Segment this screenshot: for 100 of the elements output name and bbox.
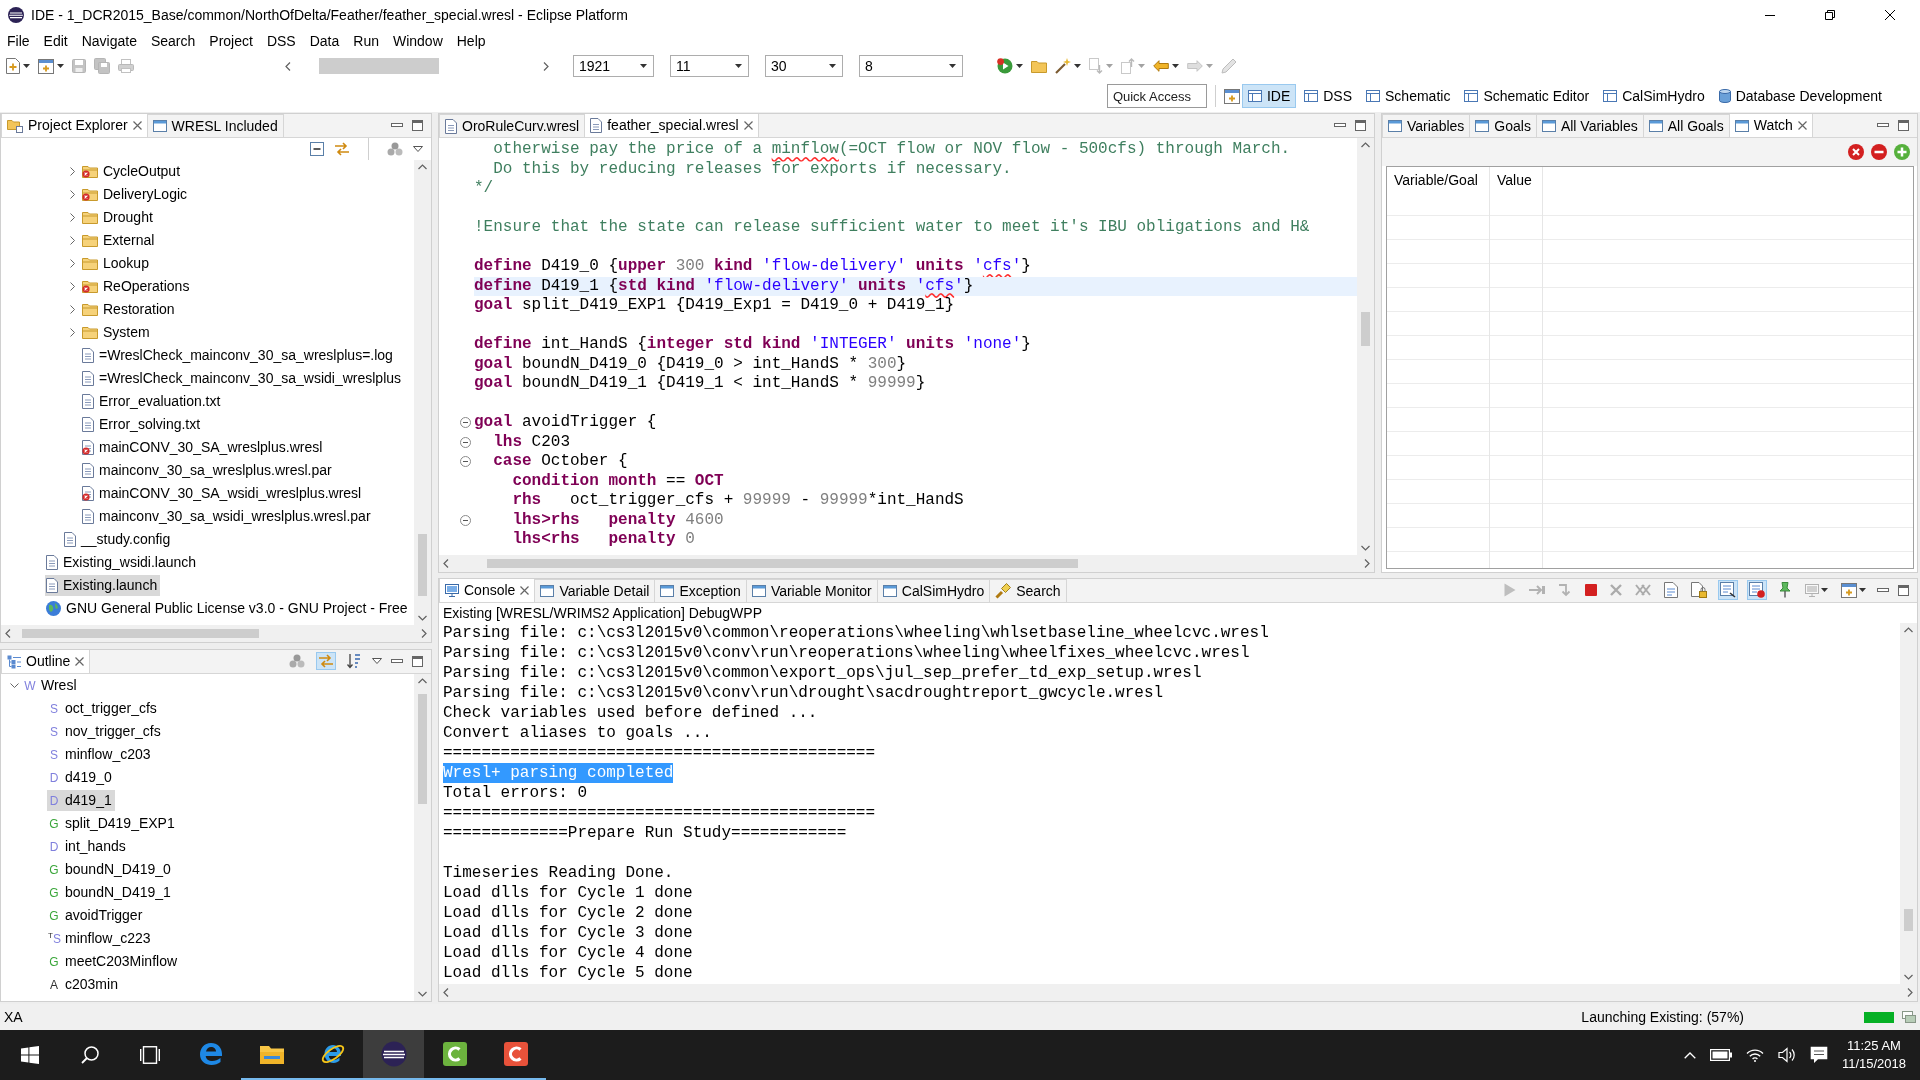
tree-item[interactable]: $^{T}$S minflow_c223 <box>47 928 154 949</box>
perspective-tab[interactable]: Schematic Editor <box>1458 84 1596 108</box>
tree-item[interactable]: S oct_trigger_cfs <box>47 698 160 719</box>
editor-tab[interactable]: OroRuleCurv.wresl <box>439 114 586 137</box>
scroll-thumb[interactable] <box>487 559 1078 568</box>
chevron-down-icon[interactable] <box>1361 545 1370 551</box>
scroll-thumb[interactable] <box>418 534 427 596</box>
close-icon[interactable] <box>1885 10 1895 20</box>
tree-item[interactable]: G boundN_D419_0 <box>47 859 174 880</box>
column-header[interactable]: Value <box>1490 167 1543 192</box>
notification-icon[interactable] <box>1809 1046 1828 1064</box>
horizontal-scrollbar[interactable] <box>439 984 1917 1001</box>
tree-item[interactable]: DeliveryLogic <box>81 184 191 205</box>
maximize-icon[interactable] <box>412 655 423 667</box>
view-tab[interactable]: Search <box>989 579 1067 602</box>
tree-item[interactable]: =WreslCheck_mainconv_30_sa_wsidi_wreslplus <box>81 368 405 389</box>
vertical-scrollbar[interactable] <box>414 160 431 625</box>
start-icon[interactable] <box>21 1046 39 1064</box>
chevron-right-icon[interactable] <box>543 61 549 71</box>
search-icon[interactable] <box>81 1046 99 1064</box>
tree-item[interactable]: A c203min <box>47 974 121 995</box>
tree-item[interactable]: ReOperations <box>81 276 193 297</box>
chevron-right-icon[interactable] <box>69 236 75 245</box>
tree-item[interactable]: mainCONV_30_SA_wreslplus.wresl <box>81 437 326 458</box>
scroll-thumb[interactable] <box>1904 909 1913 931</box>
chevron-right-icon[interactable] <box>69 167 75 176</box>
vertical-scrollbar[interactable] <box>1357 138 1374 555</box>
scroll-thumb[interactable] <box>1361 312 1370 346</box>
chevron-down-icon[interactable] <box>1904 974 1913 980</box>
fold-icon[interactable] <box>460 417 471 429</box>
menu-item[interactable]: File <box>0 30 37 52</box>
column-header[interactable]: Variable/Goal <box>1387 167 1490 192</box>
perspective-tab[interactable]: Database Development <box>1712 84 1888 108</box>
chevron-left-icon[interactable] <box>443 988 449 997</box>
chevron-right-icon[interactable] <box>421 629 427 638</box>
x-circle-icon[interactable] <box>1848 144 1864 160</box>
chevron-right-icon[interactable] <box>1907 988 1913 997</box>
menu-item[interactable]: DSS <box>259 30 303 52</box>
tree-item[interactable]: Error_solving.txt <box>81 414 204 435</box>
window-plus-icon[interactable] <box>38 58 54 74</box>
view-tab[interactable]: Variables <box>1382 114 1471 137</box>
tool-button[interactable] <box>345 651 363 671</box>
dropdown[interactable]: 1921 <box>573 55 654 77</box>
maximize-icon[interactable] <box>1355 119 1366 131</box>
view-tab[interactable]: Exception <box>654 579 747 602</box>
dropdown[interactable]: 11 <box>670 55 749 77</box>
tree-item[interactable]: G avoidTrigger <box>47 905 146 926</box>
view-tab[interactable]: WRESL Included <box>146 114 284 137</box>
horizontal-scrollbar[interactable] <box>439 555 1374 572</box>
menu-item[interactable]: Window <box>385 30 450 52</box>
fold-icon[interactable] <box>460 456 471 468</box>
view-tab[interactable]: Watch <box>1728 114 1813 137</box>
editor-tab[interactable]: feather_special.wresl <box>584 114 759 137</box>
scroll-thumb[interactable] <box>22 629 259 638</box>
caret-icon[interactable] <box>829 64 836 68</box>
tree-item[interactable]: Lookup <box>81 253 152 274</box>
menu-item[interactable]: Search <box>143 30 203 52</box>
menu-item[interactable]: Project <box>202 30 260 52</box>
view-tab[interactable]: Console <box>439 579 536 602</box>
chevron-left-icon[interactable] <box>5 629 11 638</box>
view-menu-icon[interactable] <box>372 658 382 664</box>
arrow-left-icon[interactable] <box>1153 60 1169 72</box>
chevron-right-icon[interactable] <box>69 213 75 222</box>
view-tab[interactable]: Outline <box>1 650 91 673</box>
collapse-icon[interactable] <box>310 142 324 156</box>
wand-icon[interactable] <box>1055 58 1071 74</box>
tree-item[interactable]: Existing.launch <box>45 575 161 596</box>
chevron-down-icon[interactable] <box>418 615 427 621</box>
wifi-icon[interactable] <box>1745 1048 1764 1062</box>
tree-item[interactable]: G split_D419_EXP1 <box>47 813 178 834</box>
perspective-tab[interactable]: DSS <box>1298 84 1359 108</box>
scroll-thumb[interactable] <box>319 58 439 74</box>
speaker-icon[interactable] <box>1777 1047 1796 1063</box>
caret-icon[interactable] <box>1016 64 1023 68</box>
view-tab[interactable]: CalSimHydro <box>876 579 991 602</box>
tree-item[interactable]: __study.config <box>63 529 174 550</box>
taskbar-button[interactable] <box>363 1030 424 1080</box>
caret-icon[interactable] <box>949 64 956 68</box>
tree-item[interactable]: System <box>81 322 153 343</box>
tool-button[interactable] <box>1839 580 1868 600</box>
chevron-left-icon[interactable] <box>443 559 449 568</box>
quick-access-field[interactable]: Quick Access <box>1106 84 1207 108</box>
tree-item[interactable]: Error_evaluation.txt <box>81 391 224 412</box>
tree-item[interactable]: External <box>81 230 158 251</box>
new-file-icon[interactable] <box>6 58 20 74</box>
restore-icon[interactable] <box>1825 10 1835 20</box>
dropdown[interactable]: 8 <box>859 55 963 77</box>
view-tab[interactable]: Project Explorer <box>1 114 148 137</box>
tree-item[interactable]: GNU General Public License v3.0 - GNU Project - Free <box>45 598 411 619</box>
maximize-icon[interactable] <box>1898 119 1909 131</box>
tree-item[interactable]: Existing_wsidi.launch <box>45 552 200 573</box>
minimize-icon[interactable] <box>1765 14 1775 16</box>
minus-circle-icon[interactable] <box>1871 144 1887 160</box>
menu-item[interactable]: Run <box>346 30 386 52</box>
tree-item[interactable]: S minflow_c203 <box>47 744 154 765</box>
tree-item[interactable]: Drought <box>81 207 156 228</box>
task-view-icon[interactable] <box>140 1046 160 1064</box>
tree-item[interactable]: =WreslCheck_mainconv_30_sa_wreslplus=.log <box>81 345 396 366</box>
chevron-right-icon[interactable] <box>69 190 75 199</box>
perspective-tab[interactable]: Schematic <box>1360 84 1457 108</box>
